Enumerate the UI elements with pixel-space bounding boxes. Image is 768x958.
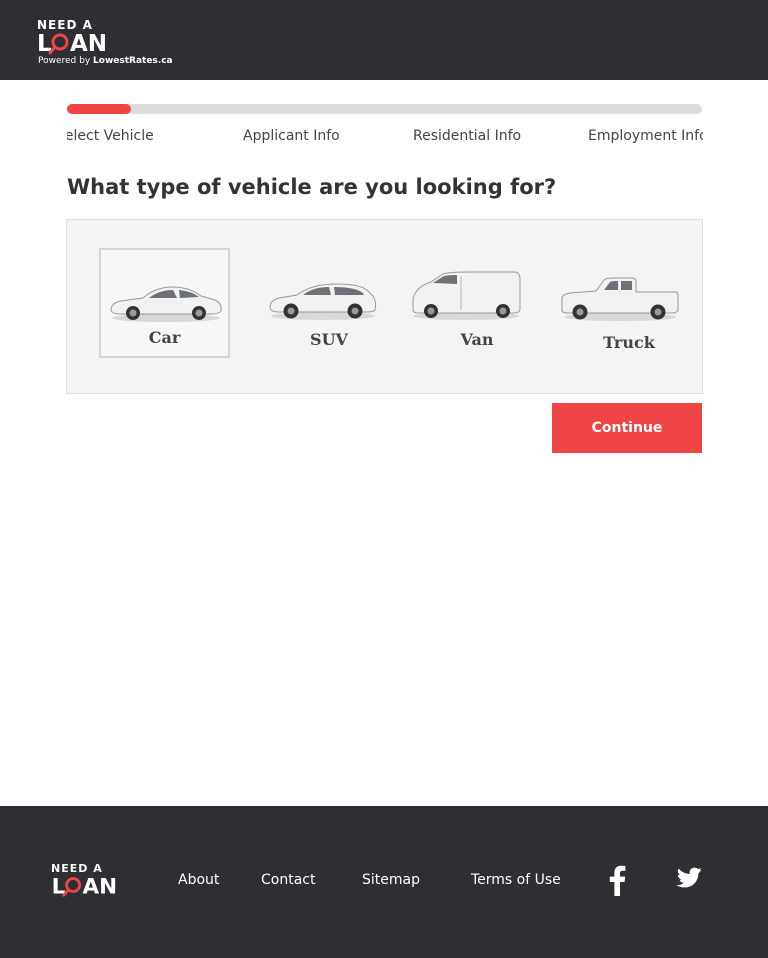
continue-button[interactable]: Continue: [552, 403, 702, 453]
need-a-loan-logo[interactable]: NEED A L AN Powered by LowestRates.ca: [37, 18, 177, 70]
step-select-vehicle: Select Vehicle: [67, 128, 154, 144]
vehicle-label-van: Van: [460, 330, 494, 349]
footer-link-contact[interactable]: Contact: [261, 872, 315, 888]
vehicle-label-car: Car: [148, 328, 181, 347]
svg-text:AN: AN: [82, 874, 117, 899]
site-header: NEED A L AN Powered by LowestRates.ca: [0, 0, 768, 80]
logo-powered-by: Powered by LowestRates.ca: [38, 56, 173, 66]
step-applicant-info: Applicant Info: [243, 128, 340, 144]
van-icon: [412, 271, 521, 320]
suv-icon: [269, 283, 377, 320]
vehicle-label-truck: Truck: [603, 333, 655, 352]
progress-bar: [67, 104, 702, 114]
facebook-icon[interactable]: [608, 864, 626, 896]
vehicle-option-car[interactable]: Car: [99, 248, 230, 358]
svg-text:AN: AN: [70, 31, 107, 57]
step-employment-info: Employment Info: [588, 128, 703, 144]
truck-icon: [561, 277, 679, 321]
footer-link-about[interactable]: About: [178, 872, 219, 888]
progress-steps: Select Vehicle Applicant Info Residentia…: [67, 128, 703, 150]
progress-bar-fill: [67, 104, 131, 114]
footer-logo-loan-wordmark: L AN: [52, 874, 117, 899]
page-question: What type of vehicle are you looking for…: [67, 175, 557, 199]
vehicle-option-truck[interactable]: Truck: [555, 248, 703, 358]
logo-loan-wordmark: L AN: [37, 31, 107, 57]
vehicle-type-panel: Car SUV Van Truck: [66, 219, 703, 394]
vehicle-option-van[interactable]: Van: [407, 248, 547, 358]
vehicle-option-suv[interactable]: SUV: [259, 248, 399, 358]
car-icon: [110, 286, 222, 322]
footer-logo[interactable]: NEED A L AN: [51, 862, 131, 902]
vehicle-label-suv: SUV: [310, 330, 348, 349]
site-footer: NEED A L AN About Contact Sitemap Terms …: [0, 806, 768, 958]
twitter-icon[interactable]: [669, 866, 702, 894]
footer-link-sitemap[interactable]: Sitemap: [362, 872, 420, 888]
step-residential-info: Residential Info: [413, 128, 522, 144]
footer-link-terms[interactable]: Terms of Use: [471, 872, 561, 888]
